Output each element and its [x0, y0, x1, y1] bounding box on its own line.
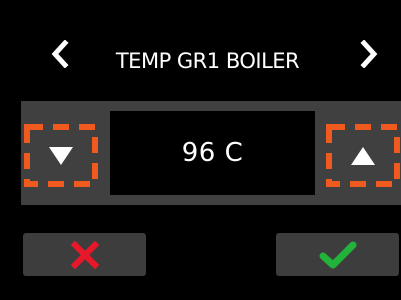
page-title: TEMP GR1 BOILER	[115, 49, 300, 73]
decrease-button[interactable]	[24, 124, 98, 187]
chevron-left-icon	[51, 40, 69, 68]
increase-button[interactable]	[326, 124, 400, 187]
setting-value: 96 C	[110, 111, 315, 195]
prev-button[interactable]	[45, 36, 75, 72]
confirm-button[interactable]	[276, 233, 399, 276]
triangle-up-icon	[351, 146, 375, 165]
next-button[interactable]	[354, 36, 384, 72]
cancel-button[interactable]	[23, 233, 146, 276]
chevron-right-icon	[360, 40, 378, 68]
x-icon	[70, 240, 99, 269]
checkmark-icon	[319, 241, 356, 268]
triangle-down-icon	[49, 146, 73, 165]
